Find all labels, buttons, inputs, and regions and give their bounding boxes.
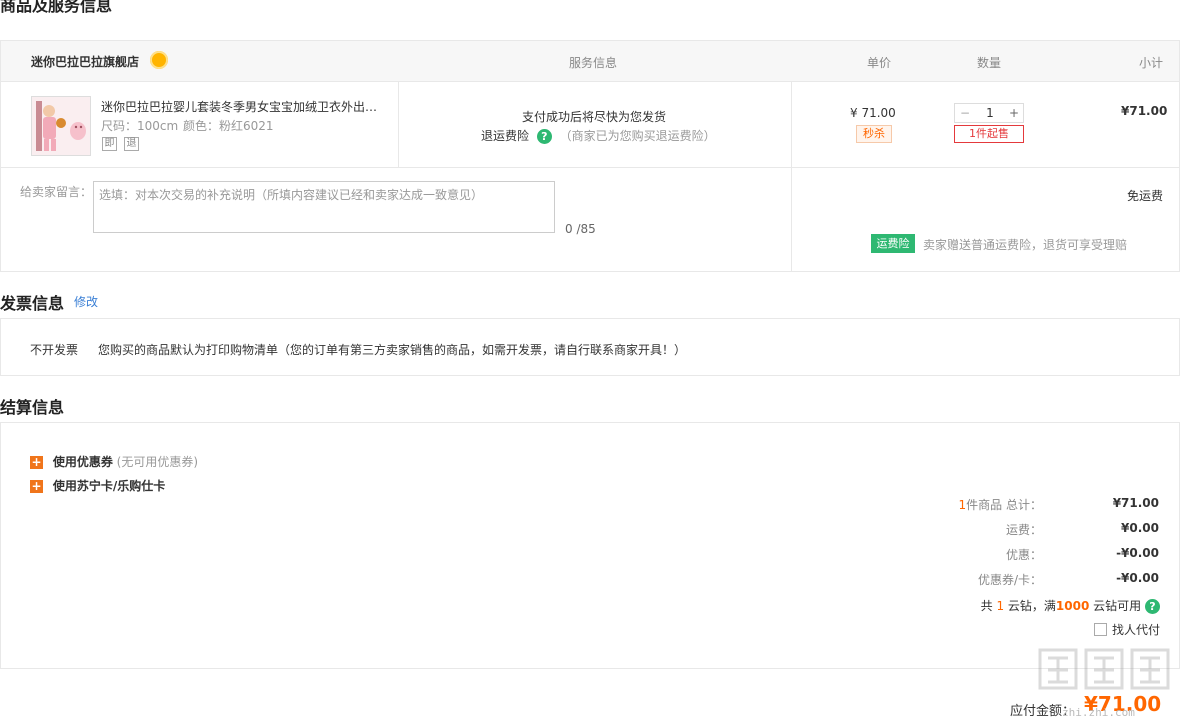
goods-section-title: 商品及服务信息 [0,0,113,15]
diamond-pre: 共 [980,599,993,613]
settle-section-title: 结算信息 [0,398,65,417]
diamond-limit: 1000 [1055,599,1090,613]
freight-value: ¥0.00 [1121,521,1159,535]
divider [791,168,792,272]
service-insurance-label: 退运费险 [481,129,530,143]
proxy-pay-label: 找人代付 [1111,623,1160,637]
message-row: 给卖家留言： 选填：对本次交易的补充说明（所填内容建议已经和卖家达成一致意见） … [0,167,1180,272]
promo-badge: 秒杀 [856,125,892,143]
diamond-info: 共 1 云钻，满1000 云钻可用 ? [981,597,1160,614]
product-title[interactable]: 迷你巴拉巴拉婴儿套装冬季男女宝宝加绒卫衣外出… [101,98,391,115]
discount-value: -¥0.00 [1116,546,1159,560]
quantity-stepper: − 1 + [954,103,1024,123]
product-size: 尺码：100cm [101,119,179,133]
invoice-box: 不开发票 您购买的商品默认为打印购物清单（您的订单有第三方卖家销售的商品，如需开… [0,318,1180,376]
item-count-text: 件商品 总计： [966,498,1042,512]
card-label: 使用苏宁卡/乐购仕卡 [52,479,166,493]
watermark-logo-icon [1038,648,1170,690]
message-counter: 0 /85 [565,222,596,236]
invoice-desc: 您购买的商品默认为打印购物清单（您的订单有第三方卖家销售的商品，如需开发票，请自… [98,343,687,357]
shipping-free: 免运费 [1127,189,1164,203]
diamond-num: 1 [996,599,1005,613]
coupon-note: (无可用优惠券) [116,455,199,469]
plus-icon: + [30,455,43,469]
summary-count: 1件商品 总计： [959,496,1042,513]
discount-label: 优惠： [1005,548,1042,562]
message-placeholder: 选填：对本次交易的补充说明（所填内容建议已经和卖家达成一致意见） [99,188,484,202]
product-color: 颜色：粉红6021 [183,119,274,133]
coupon-card-label: 优惠券/卡： [977,573,1042,587]
freight-label: 运费： [1005,523,1042,537]
col-subtotal: 小计 [1139,56,1164,70]
diamond-mid: 云钻，满 [1007,599,1056,613]
divider [791,81,792,168]
col-price: 单价 [867,56,892,70]
plus-icon: + [30,479,43,493]
col-qty: 数量 [977,56,1002,70]
item-subtotal: ¥71.00 [1121,104,1168,118]
tag-instant: 即 [102,137,117,151]
divider [398,81,399,168]
col-service: 服务信息 [569,56,618,70]
insurance-badge: 运费险 [871,234,915,253]
cart-header: 迷你巴拉巴拉旗舰店 服务信息 单价 数量 小计 [0,40,1180,82]
invoice-section-title: 发票信息 [0,294,65,313]
tag-return: 退 [124,137,139,151]
product-image-icon [32,97,90,155]
coupon-label: 使用优惠券 [52,455,113,469]
service-shipping: 支付成功后将尽快为您发货 [522,110,667,124]
message-label: 给卖家留言： [20,185,93,199]
use-coupon-toggle[interactable]: + 使用优惠券 (无可用优惠券) [30,453,198,470]
checkbox[interactable] [1093,623,1107,636]
service-insurance-note: （商家已为您购买退运费险） [559,129,716,143]
settle-box: + 使用优惠券 (无可用优惠券) + 使用苏宁卡/乐购仕卡 1件商品 总计： ¥… [0,422,1180,669]
use-card-toggle[interactable]: + 使用苏宁卡/乐购仕卡 [30,477,165,494]
store-name[interactable]: 迷你巴拉巴拉旗舰店 [31,53,139,70]
diamond-post: 云钻可用 [1093,599,1142,613]
watermark-logo [1036,646,1176,692]
min-order-badge: 1件起售 [954,125,1024,143]
insurance-desc: 卖家赠送普通运费险，退货可享受理赔 [923,238,1128,252]
help-icon[interactable]: ? [536,129,552,144]
proxy-pay[interactable]: 找人代付 [1093,621,1160,638]
watermark-text: zhi.zhi.com [1062,706,1135,719]
service-insurance: 退运费险 ? （商家已为您购买退运费险） [481,127,716,144]
summary-total: ¥71.00 [1112,496,1159,510]
product-thumbnail[interactable] [31,96,91,156]
qty-minus-button[interactable]: − [955,104,975,122]
cart-item-row: 迷你巴拉巴拉婴儿套装冬季男女宝宝加绒卫衣外出… 尺码：100cm 颜色：粉红60… [0,81,1180,168]
coupon-card-value: -¥0.00 [1116,571,1159,585]
message-input[interactable]: 选填：对本次交易的补充说明（所填内容建议已经和卖家达成一致意见） [93,181,555,233]
invoice-edit-link[interactable]: 修改 [74,293,98,310]
invoice-type: 不开发票 [30,343,79,357]
unit-price: ¥ 71.00 [850,106,896,120]
store-badge-icon [150,51,168,69]
help-icon[interactable]: ? [1145,599,1160,614]
qty-plus-button[interactable]: + [1005,104,1023,122]
qty-input[interactable]: 1 [975,104,1005,122]
